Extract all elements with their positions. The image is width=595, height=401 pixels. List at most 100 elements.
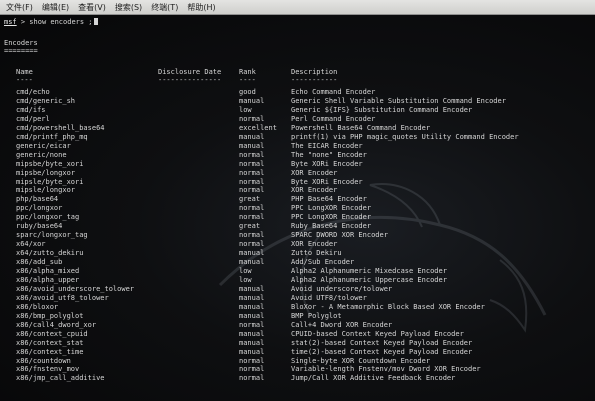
- menu-bar: 文件(F) 编辑(E) 查看(V) 搜索(S) 终端(T) 帮助(H): [0, 0, 595, 15]
- encoder-name: mipsbe/byte_xori: [16, 159, 84, 168]
- encoder-description: Zutto Dekiru: [291, 249, 342, 258]
- encoder-name: cmd/ifs: [16, 105, 46, 114]
- encoder-name: cmd/printf_php_mq: [16, 132, 88, 141]
- encoder-name: ppc/longxor: [16, 204, 63, 213]
- encoder-name: cmd/perl: [16, 114, 50, 123]
- menu-item[interactable]: 帮助(H): [187, 2, 215, 13]
- encoder-rank: low: [239, 267, 252, 275]
- encoder-rank: great: [239, 222, 261, 231]
- column-underline-rank: ----: [239, 76, 256, 84]
- encoder-description: Variable-length Fnstenv/mov Dword XOR En…: [291, 365, 481, 374]
- encoder-description: Perl Command Encoder: [291, 114, 376, 123]
- encoder-description: Ruby Base64 Encoder: [291, 222, 372, 231]
- encoder-name: cmd/powershell_base64: [16, 123, 105, 132]
- column-underline-name: ----: [16, 76, 33, 84]
- column-underline-disclosure-date: ---------------: [158, 76, 222, 84]
- encoder-description: Add/Sub Encoder: [291, 258, 355, 267]
- encoder-description: Call+4 Dword XOR Encoder: [291, 320, 393, 329]
- encoder-name: x86/context_cpuid: [16, 329, 88, 338]
- encoder-name: x86/jmp_call_additive: [16, 374, 105, 383]
- encoder-name: mipsbe/longxor: [16, 168, 76, 177]
- menu-item[interactable]: 查看(V): [78, 2, 106, 13]
- encoder-rank: manual: [239, 284, 265, 293]
- encoder-description: Powershell Base64 Command Encoder: [291, 123, 431, 132]
- encoder-rank: manual: [239, 258, 265, 267]
- menu-item[interactable]: 终端(T): [151, 2, 178, 13]
- encoder-description: BMP Polyglot: [291, 311, 342, 320]
- encoder-rank: normal: [239, 159, 265, 168]
- encoder-description: SPARC DWORD XOR Encoder: [291, 231, 388, 240]
- encoder-description: PPC LongXOR Encoder: [291, 204, 372, 213]
- encoder-description: PPC LongXOR Encoder: [291, 213, 372, 222]
- encoder-rank: manual: [239, 338, 265, 347]
- encoder-rank: normal: [239, 365, 265, 374]
- command-text: > show encoders ;: [20, 18, 93, 26]
- encoder-rank: normal: [239, 186, 265, 195]
- encoder-name: x86/call4_dword_xor: [16, 320, 97, 329]
- encoder-rank: manual: [239, 347, 265, 356]
- encoder-description: Echo Command Encoder: [291, 88, 376, 96]
- text-cursor: [93, 18, 98, 25]
- encoder-rank: normal: [239, 204, 265, 213]
- section-underline: ========: [4, 47, 38, 55]
- encoder-rank: manual: [239, 329, 265, 338]
- encoder-description: Jump/Call XOR Additive Feedback Encoder: [291, 374, 456, 383]
- encoder-name: x86/avoid_utf8_tolower: [16, 293, 109, 302]
- encoder-description: Single-byte XOR Countdown Encoder: [291, 356, 431, 365]
- encoder-description: Alpha2 Alphanumeric Uppercase Encoder: [291, 275, 447, 284]
- encoder-name: x86/bmp_polyglot: [16, 311, 84, 320]
- encoder-description: BloXor - A Metamorphic Block Based XOR E…: [291, 302, 485, 311]
- encoder-rank: normal: [239, 114, 265, 123]
- encoder-description: stat(2)-based Context Keyed Payload Enco…: [291, 338, 473, 347]
- encoder-description: printf(1) via PHP magic_quotes Utility C…: [291, 132, 519, 141]
- encoder-name: generic/eicar: [16, 141, 71, 150]
- encoder-rank: normal: [239, 150, 265, 159]
- encoder-rank: great: [239, 195, 261, 204]
- encoder-rank: normal: [239, 177, 265, 186]
- encoder-rank: excellent: [239, 123, 277, 132]
- encoder-name: ppc/longxor_tag: [16, 213, 80, 222]
- encoder-name: x86/fnstenv_mov: [16, 365, 80, 374]
- encoder-name: x86/alpha_mixed: [16, 267, 80, 275]
- encoder-rank: good: [239, 88, 256, 96]
- encoder-rank: normal: [239, 213, 265, 222]
- encoder-name: cmd/echo: [16, 88, 50, 96]
- encoder-name: x86/bloxor: [16, 302, 59, 311]
- encoder-name: x64/zutto_dekiru: [16, 249, 84, 258]
- encoder-description: Generic ${IFS} Substitution Command Enco…: [291, 105, 473, 114]
- encoder-description: Byte XORi Encoder: [291, 159, 363, 168]
- encoder-name: generic/none: [16, 150, 67, 159]
- menu-item[interactable]: 搜索(S): [115, 2, 142, 13]
- encoder-description: Avoid underscore/tolower: [291, 284, 393, 293]
- encoder-description: XOR Encoder: [291, 168, 338, 177]
- encoder-rank: manual: [239, 249, 265, 258]
- encoder-name: x86/context_stat: [16, 338, 84, 347]
- encoder-rank: low: [239, 105, 252, 114]
- encoder-rank: normal: [239, 168, 265, 177]
- encoder-description: XOR Encoder: [291, 240, 338, 249]
- encoder-description: CPUID-based Context Keyed Payload Encode…: [291, 329, 464, 338]
- encoder-name: sparc/longxor_tag: [16, 231, 88, 240]
- encoder-description: The "none" Encoder: [291, 150, 367, 159]
- encoder-name: mipsle/byte_xori: [16, 177, 84, 186]
- encoder-rank: manual: [239, 293, 265, 302]
- encoder-rank: manual: [239, 302, 265, 311]
- encoder-description: Byte XORi Encoder: [291, 177, 363, 186]
- encoder-name: x86/countdown: [16, 356, 71, 365]
- encoder-rank: normal: [239, 356, 265, 365]
- encoder-name: cmd/generic_sh: [16, 96, 76, 105]
- encoder-name: x64/xor: [16, 240, 46, 249]
- encoder-description: XOR Encoder: [291, 186, 338, 195]
- encoder-description: PHP Base64 Encoder: [291, 195, 367, 204]
- column-underline-description: -----------: [291, 76, 338, 84]
- encoder-name: x86/avoid_underscore_tolower: [16, 284, 135, 293]
- encoder-rank: manual: [239, 311, 265, 320]
- encoder-rank: manual: [239, 141, 265, 150]
- prompt-msf: msf: [4, 18, 17, 26]
- terminal-output[interactable]: msf > show encoders ; Encoders ======== …: [0, 15, 595, 401]
- menu-item[interactable]: 编辑(E): [42, 2, 69, 13]
- menu-item[interactable]: 文件(F): [6, 2, 33, 13]
- terminal-window: 文件(F) 编辑(E) 查看(V) 搜索(S) 终端(T) 帮助(H) msf > sho…: [0, 0, 595, 401]
- command-line: msf > show encoders ;: [4, 18, 98, 27]
- encoder-rank: manual: [239, 132, 265, 141]
